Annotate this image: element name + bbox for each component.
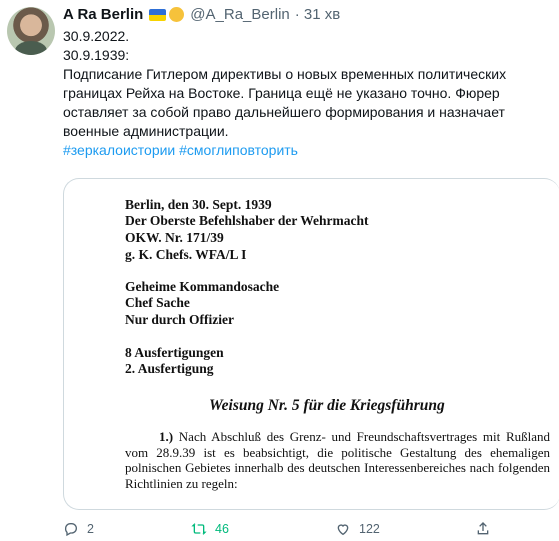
text-line: Подписание Гитлером директивы о новых вр… bbox=[63, 66, 507, 82]
avatar-figure bbox=[15, 41, 47, 55]
tweet-header: A Ra Berlin @A_Ra_Berlin · 31 хв bbox=[63, 6, 340, 23]
doc-secret-line: Chef Sache bbox=[125, 295, 190, 310]
avatar[interactable] bbox=[7, 7, 55, 55]
doc-title: Weisung Nr. 5 für die Kriegsführung bbox=[209, 397, 445, 414]
text-line: оставляет за собой право дальнейшего фор… bbox=[63, 104, 505, 120]
doc-header-line: Berlin, den 30. Sept. 1939 bbox=[125, 197, 272, 212]
doc-header-line: OKW. Nr. 171/39 bbox=[125, 230, 224, 245]
doc-paragraph: 1.) Nach Abschluß des Grenz- und Freunds… bbox=[125, 429, 550, 491]
doc-copy-line: 2. Ausfertigung bbox=[125, 361, 214, 376]
doc-para-text: Nach Abschluß des Grenz- und Freundschaf… bbox=[125, 429, 550, 491]
text-line: 30.9.1939: bbox=[63, 47, 130, 63]
raised-fist-icon bbox=[169, 7, 185, 22]
tweet-time[interactable]: · 31 хв bbox=[295, 6, 340, 23]
doc-copy-line: 8 Ausfertigungen bbox=[125, 345, 224, 360]
tweet-actions: 2 46 122 bbox=[63, 521, 559, 541]
doc-header-line: Der Oberste Befehlshaber der Wehrmacht bbox=[125, 213, 369, 228]
hashtag-link[interactable]: #зеркалоистории bbox=[63, 142, 175, 158]
doc-secret-line: Nur durch Offizier bbox=[125, 312, 234, 327]
like-count: 122 bbox=[359, 522, 380, 536]
doc-para-number: 1.) bbox=[159, 429, 174, 444]
doc-secret-line: Geheime Kommandosache bbox=[125, 279, 280, 294]
author-name[interactable]: A Ra Berlin bbox=[63, 6, 143, 23]
ukraine-flag-icon bbox=[149, 8, 167, 21]
text-line: военные администрации. bbox=[63, 123, 229, 139]
text-line: границах Рейха на Востоке. Граница ещё н… bbox=[63, 85, 500, 101]
text-line: 30.9.2022. bbox=[63, 28, 130, 44]
author-handle[interactable]: @A_Ra_Berlin bbox=[190, 6, 289, 23]
hashtag-link[interactable]: #смоглиповторить bbox=[179, 142, 298, 158]
doc-header-line: g. K. Chefs. WFA/L I bbox=[125, 247, 247, 262]
media-card[interactable]: Berlin, den 30. Sept. 1939 Der Oberste B… bbox=[63, 178, 559, 510]
retweet-count: 46 bbox=[215, 522, 229, 536]
document-image: Berlin, den 30. Sept. 1939 Der Oberste B… bbox=[64, 179, 559, 509]
tweet-text: 30.9.2022. 30.9.1939: Подписание Гитлеро… bbox=[63, 27, 553, 160]
hashtags: #зеркалоистории #смоглиповторить bbox=[63, 141, 553, 160]
reply-count: 2 bbox=[87, 522, 94, 536]
